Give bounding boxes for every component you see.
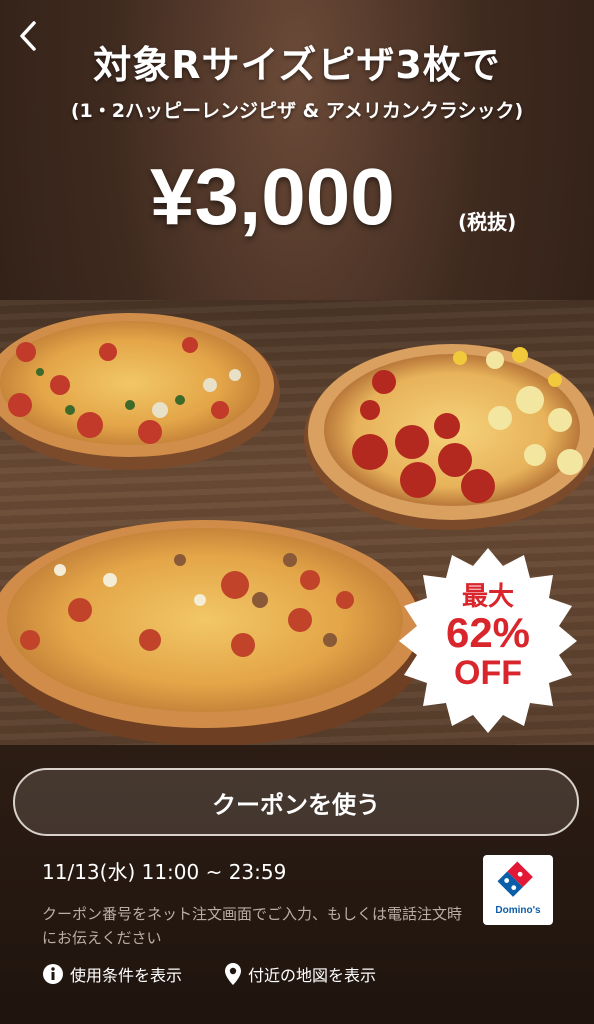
offer-price: ¥3,000	[150, 152, 395, 241]
use-coupon-button[interactable]: クーポンを使う	[13, 768, 579, 836]
dominos-domino-icon	[497, 861, 533, 897]
map-pin-icon	[224, 962, 242, 986]
info-icon	[42, 963, 64, 985]
badge-off: OFF	[454, 654, 522, 692]
map-link-label: 付近の地図を表示	[248, 966, 377, 985]
terms-link-label: 使用条件を表示	[70, 966, 183, 985]
tax-note: (税抜)	[458, 210, 517, 234]
discount-badge: 最大 62% OFF	[398, 546, 578, 726]
offer-title: 対象Rサイズピザ3枚で	[93, 43, 501, 87]
brand-name: Domino's	[495, 905, 541, 916]
validity-period: 11/13(水) 11:00 ~ 23:59	[42, 860, 287, 884]
terms-link[interactable]: 使用条件を表示	[42, 962, 182, 986]
map-link[interactable]: 付近の地図を表示	[224, 962, 376, 986]
badge-percent: 62%	[445, 609, 531, 656]
coupon-note: クーポン番号をネット注文画面でご入力、もしくは電話注文時にお伝えください	[42, 905, 463, 947]
offer-subtitle: (1・2ハッピーレンジピザ & アメリカンクラシック)	[70, 100, 524, 122]
badge-line1: 最大	[461, 581, 514, 611]
